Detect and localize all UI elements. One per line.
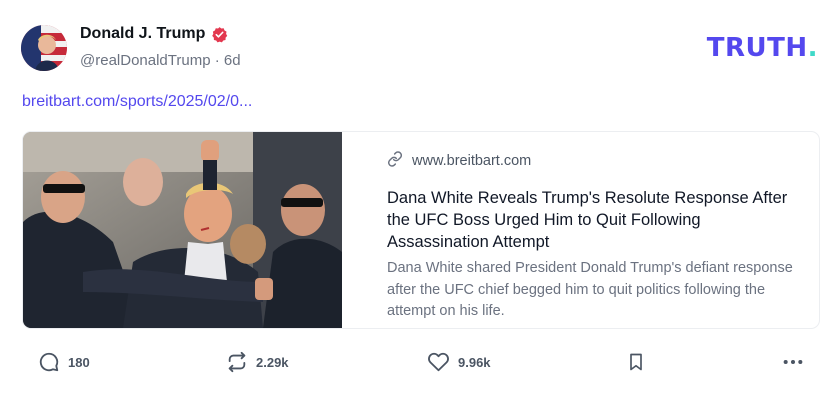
bookmark-button[interactable] bbox=[626, 351, 646, 373]
card-body: www.breitbart.com Dana White Reveals Tru… bbox=[387, 151, 797, 323]
card-title[interactable]: Dana White Reveals Trump's Resolute Resp… bbox=[387, 187, 797, 253]
verified-badge-icon bbox=[211, 26, 228, 43]
author-name[interactable]: Donald J. Trump bbox=[80, 25, 205, 43]
retruth-button[interactable]: 2.29k bbox=[226, 351, 289, 373]
reply-button[interactable]: 180 bbox=[38, 351, 90, 373]
link-icon bbox=[387, 151, 403, 171]
separator-dot: · bbox=[214, 52, 220, 69]
post-time[interactable]: 6d bbox=[224, 52, 241, 69]
more-button[interactable] bbox=[781, 351, 805, 373]
card-description: Dana White shared President Donald Trump… bbox=[387, 260, 793, 319]
action-bar: 180 2.29k 9.96k bbox=[0, 345, 840, 381]
card-image bbox=[23, 132, 342, 328]
retruth-count: 2.29k bbox=[256, 354, 289, 370]
author-name-row: Donald J. Trump bbox=[80, 25, 228, 43]
bookmark-icon bbox=[626, 351, 646, 373]
like-count: 9.96k bbox=[458, 354, 491, 370]
truth-logo[interactable]: TRUTH. bbox=[707, 33, 818, 63]
retruth-icon bbox=[226, 351, 248, 373]
avatar[interactable] bbox=[21, 25, 67, 71]
logo-dot: . bbox=[807, 33, 818, 63]
logo-text: TRUTH bbox=[706, 33, 808, 63]
like-button[interactable]: 9.96k bbox=[427, 351, 491, 373]
link-preview-card[interactable]: www.breitbart.com Dana White Reveals Tru… bbox=[22, 131, 820, 329]
heart-icon bbox=[427, 351, 450, 373]
reply-count: 180 bbox=[68, 354, 90, 370]
truth-post: Donald J. Trump @realDonaldTrump · 6d TR… bbox=[0, 0, 840, 405]
handle-row: @realDonaldTrump · 6d bbox=[80, 52, 241, 69]
reply-icon bbox=[38, 351, 60, 373]
post-link[interactable]: breitbart.com/sports/2025/02/0... bbox=[22, 93, 252, 111]
more-icon bbox=[781, 351, 805, 373]
card-domain: www.breitbart.com bbox=[412, 153, 532, 169]
card-domain-row: www.breitbart.com bbox=[387, 151, 797, 171]
author-handle[interactable]: @realDonaldTrump bbox=[80, 52, 211, 69]
